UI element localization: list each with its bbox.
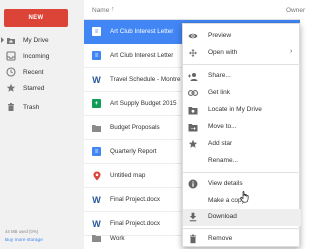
storage-usage-text: 44 MB used (0%) [5,229,39,234]
move-folder-icon [188,122,198,132]
menu-item-locate[interactable]: Locate in My Drive [183,102,301,118]
spreadsheet-icon: + [92,99,101,108]
hand-pointer-icon [240,190,250,203]
buy-storage-link[interactable]: Buy more storage [5,238,43,243]
trash-icon [6,102,16,112]
menu-divider [183,228,301,229]
menu-item-label: Share... [208,72,231,79]
link-icon [188,88,198,98]
file-name: Budget Proposals [110,124,160,131]
menu-item-label: Locate in My Drive [208,106,262,113]
menu-item-remove[interactable]: Remove [183,231,301,247]
folder-icon [92,234,101,243]
map-pin-icon [92,171,101,180]
sidebar-item-incoming[interactable]: Incoming [0,48,84,64]
sidebar-item-starred[interactable]: Starred [0,80,84,96]
file-name: Travel Schedule - Montre [110,76,181,83]
sidebar-item-label: Starred [23,84,45,92]
inbox-icon [6,51,16,61]
google-doc-icon: ≡ [92,51,101,60]
sidebar-item-label: Trash [23,103,40,111]
star-icon [6,83,16,93]
file-name: Quarterly Report [110,148,157,155]
download-icon [188,212,198,222]
menu-item-add-star[interactable]: Add star [183,136,301,152]
sidebar-item-label: Incoming [23,52,50,60]
expand-caret-icon[interactable] [1,37,4,43]
menu-item-label: View details [208,180,243,187]
drive-icon [6,35,16,45]
clock-icon [6,67,16,77]
context-menu: Preview Open with › Share... Get link Lo… [182,23,301,247]
menu-divider [183,64,301,65]
google-doc-icon: ≡ [92,27,101,36]
menu-item-label: Rename... [208,157,238,164]
sidebar-item-recent[interactable]: Recent [0,64,84,80]
trash-icon [188,234,198,244]
menu-item-move-to[interactable]: Move to... [183,119,301,135]
menu-item-download[interactable]: Download [183,209,301,226]
menu-item-rename[interactable]: Rename... [183,153,301,169]
file-name: Art Supply Budget 2015 [110,100,177,107]
google-doc-icon: ≡ [92,147,101,156]
menu-item-preview[interactable]: Preview [183,28,301,44]
menu-item-label: Preview [208,32,232,39]
list-header: Name ↑ Owner [84,0,305,20]
sidebar-item-my-drive[interactable]: My Drive [0,32,84,48]
file-name: Art Club Interest Letter [110,52,174,59]
sort-arrow-icon[interactable]: ↑ [111,6,115,13]
star-icon [188,139,198,149]
owner-column-header[interactable]: Owner [286,7,305,14]
word-doc-icon: W [92,74,101,85]
menu-item-get-link[interactable]: Get link [183,85,301,101]
menu-item-label: Add star [208,140,233,147]
menu-item-label: Move to... [208,123,237,130]
menu-item-label: Open with [208,49,238,56]
chevron-right-icon: › [290,48,293,55]
eye-icon [188,31,198,41]
new-button[interactable]: NEW [4,9,68,27]
menu-item-label: Download [208,213,237,220]
word-doc-icon: W [92,194,101,205]
name-column-header[interactable]: Name [92,7,109,14]
folder-icon [92,123,101,132]
info-icon [188,179,198,189]
sidebar-item-trash[interactable]: Trash [0,99,84,115]
menu-item-label: Remove [208,235,233,242]
menu-divider [183,172,301,173]
file-name: Work [110,234,125,242]
file-name: Untitled map [110,172,146,179]
locate-icon [188,105,198,115]
sidebar: NEW My Drive Incoming Recent Starred Tra… [0,0,84,249]
menu-item-open-with[interactable]: Open with › [183,45,301,61]
menu-item-share[interactable]: Share... [183,68,301,84]
menu-item-label: Get link [208,89,231,96]
sidebar-item-label: My Drive [23,36,49,44]
sidebar-item-label: Recent [23,68,44,76]
file-name: Art Club Interest Letter [110,28,174,35]
open-with-icon [188,48,198,58]
file-name: Final Project.docx [110,196,161,203]
person-add-icon [188,71,198,81]
